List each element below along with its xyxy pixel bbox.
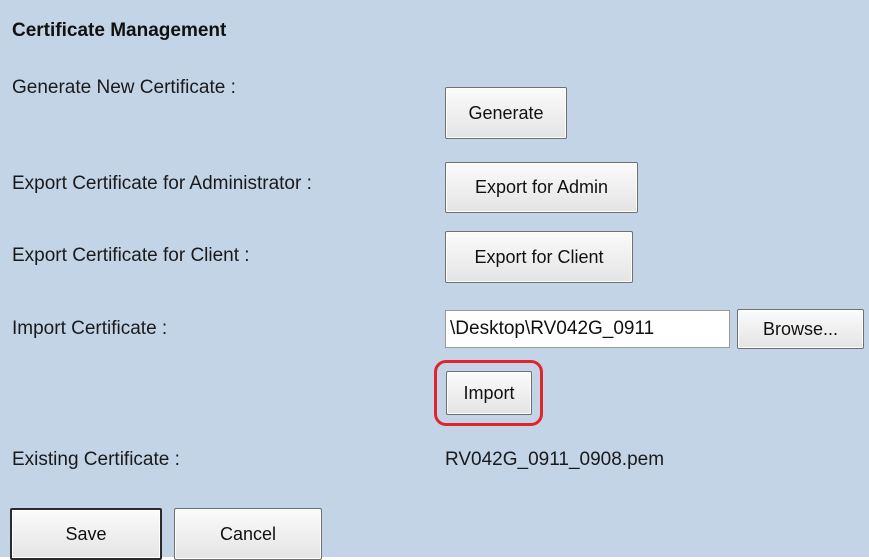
generate-certificate-label: Generate New Certificate :	[12, 77, 236, 98]
export-for-client-button[interactable]: Export for Client	[445, 231, 633, 283]
import-certificate-label: Import Certificate :	[12, 318, 168, 339]
export-admin-label: Export Certificate for Administrator :	[12, 173, 312, 194]
certificate-file-path-field[interactable]	[445, 310, 730, 348]
existing-certificate-value: RV042G_0911_0908.pem	[445, 449, 665, 470]
export-for-admin-button[interactable]: Export for Admin	[445, 162, 638, 213]
export-client-label: Export Certificate for Client :	[12, 245, 250, 266]
section-title: Certificate Management	[12, 20, 227, 41]
footer-bar: Save Cancel	[0, 498, 869, 560]
save-button[interactable]: Save	[10, 508, 162, 560]
browse-button[interactable]: Browse...	[737, 309, 864, 349]
cancel-button[interactable]: Cancel	[174, 508, 322, 560]
generate-button[interactable]: Generate	[445, 87, 567, 139]
certificate-management-panel: Certificate Management Generate New Cert…	[0, 0, 869, 560]
import-highlight-ring	[434, 360, 543, 426]
existing-certificate-label: Existing Certificate :	[12, 449, 180, 470]
